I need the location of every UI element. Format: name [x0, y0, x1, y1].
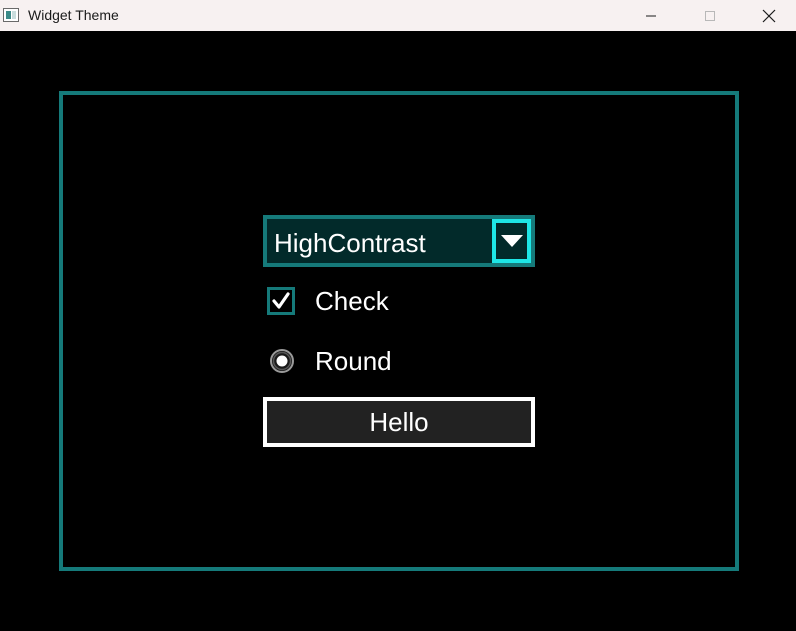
- app-window-icon: [3, 8, 19, 22]
- checkmark-icon: [272, 292, 290, 309]
- hello-button-label: Hello: [369, 406, 429, 437]
- theme-combobox-value: HighContrast: [274, 228, 426, 258]
- minimize-button[interactable]: [628, 0, 674, 31]
- app-window: Widget Theme HighContrast Check Round He…: [0, 0, 796, 631]
- radio-selected-icon: [270, 349, 294, 373]
- theme-combobox-dropdown-button[interactable]: [492, 219, 531, 263]
- minimize-icon: [646, 15, 656, 16]
- maximize-icon: [705, 10, 715, 21]
- check-checkbox[interactable]: [267, 287, 295, 315]
- close-icon: [762, 9, 776, 22]
- title-bar[interactable]: Widget Theme: [0, 0, 796, 31]
- theme-combobox[interactable]: HighContrast: [263, 215, 535, 267]
- round-radio-label[interactable]: Round: [315, 346, 392, 377]
- group-frame: [59, 91, 739, 571]
- check-checkbox-label[interactable]: Check: [315, 286, 389, 317]
- close-button[interactable]: [746, 0, 792, 31]
- window-title: Widget Theme: [28, 7, 119, 23]
- maximize-button[interactable]: [687, 0, 733, 31]
- hello-button[interactable]: Hello: [263, 397, 535, 447]
- round-radio-button[interactable]: [269, 348, 295, 374]
- chevron-down-icon: [500, 235, 523, 247]
